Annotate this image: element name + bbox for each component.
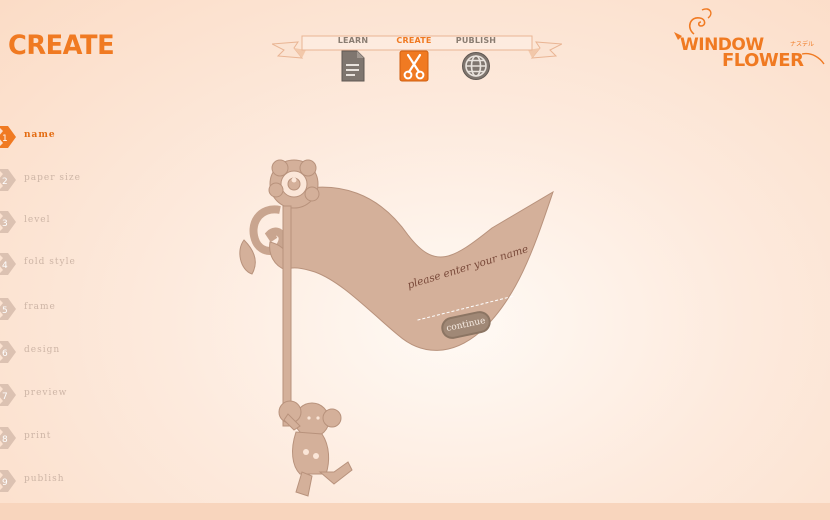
document-icon [341,50,365,82]
step-preview[interactable]: 7 preview [0,382,130,408]
step-level-label: level [24,215,51,225]
svg-text:1: 1 [2,134,8,144]
nav-learn[interactable]: LEARN [323,36,383,82]
svg-text:6: 6 [2,349,8,359]
step-preview-label: preview [24,388,68,398]
step-5-badge-icon: 5 [0,298,16,320]
scissors-icon [399,50,429,82]
step-6-badge-icon: 6 [0,341,16,363]
step-frame-label: frame [24,302,56,312]
step-1-badge-icon: 1 [0,126,16,148]
window-flower-logo: WINDOW FLOWER ナスデル [674,8,825,70]
page-title: CREATE [8,30,115,61]
nav-publish-label: PUBLISH [455,36,497,45]
step-name-label: name [24,130,56,140]
step-publish[interactable]: 9 publish [0,468,130,494]
svg-text:3: 3 [2,219,8,229]
svg-text:8: 8 [2,435,8,445]
svg-text:7: 7 [2,392,8,402]
step-paper-size-label: paper size [24,173,81,183]
nav-publish[interactable]: PUBLISH [446,36,506,82]
step-2-badge-icon: 2 [0,169,16,191]
svg-text:ナスデル: ナスデル [790,40,814,48]
step-fold-style[interactable]: 4 fold style [0,251,130,277]
step-print[interactable]: 8 print [0,425,130,451]
step-publish-label: publish [24,474,65,484]
step-7-badge-icon: 7 [0,384,16,406]
svg-text:FLOWER: FLOWER [722,50,804,70]
step-8-badge-icon: 8 [0,427,16,449]
svg-text:5: 5 [2,306,8,316]
step-paper-size[interactable]: 2 paper size [0,167,130,193]
svg-text:9: 9 [2,478,8,488]
step-frame[interactable]: 5 frame [0,296,130,322]
step-design-label: design [24,345,61,355]
step-level[interactable]: 3 level [0,209,130,235]
floor-strip [0,503,830,520]
step-3-badge-icon: 3 [0,211,16,233]
paper-cut-illustration [239,159,554,497]
step-4-badge-icon: 4 [0,253,16,275]
top-navigation: LEARN CREATE PUBLISH [272,34,562,94]
step-9-badge-icon: 9 [0,470,16,492]
step-print-label: print [24,431,52,441]
nav-create[interactable]: CREATE [384,36,444,82]
svg-text:4: 4 [2,261,8,271]
step-name[interactable]: 1 name [0,124,130,150]
nav-learn-label: LEARN [337,36,369,45]
globe-icon [462,52,490,80]
svg-text:2: 2 [2,177,8,187]
step-design[interactable]: 6 design [0,339,130,365]
nav-create-label: CREATE [396,36,432,45]
step-fold-style-label: fold style [24,257,76,267]
